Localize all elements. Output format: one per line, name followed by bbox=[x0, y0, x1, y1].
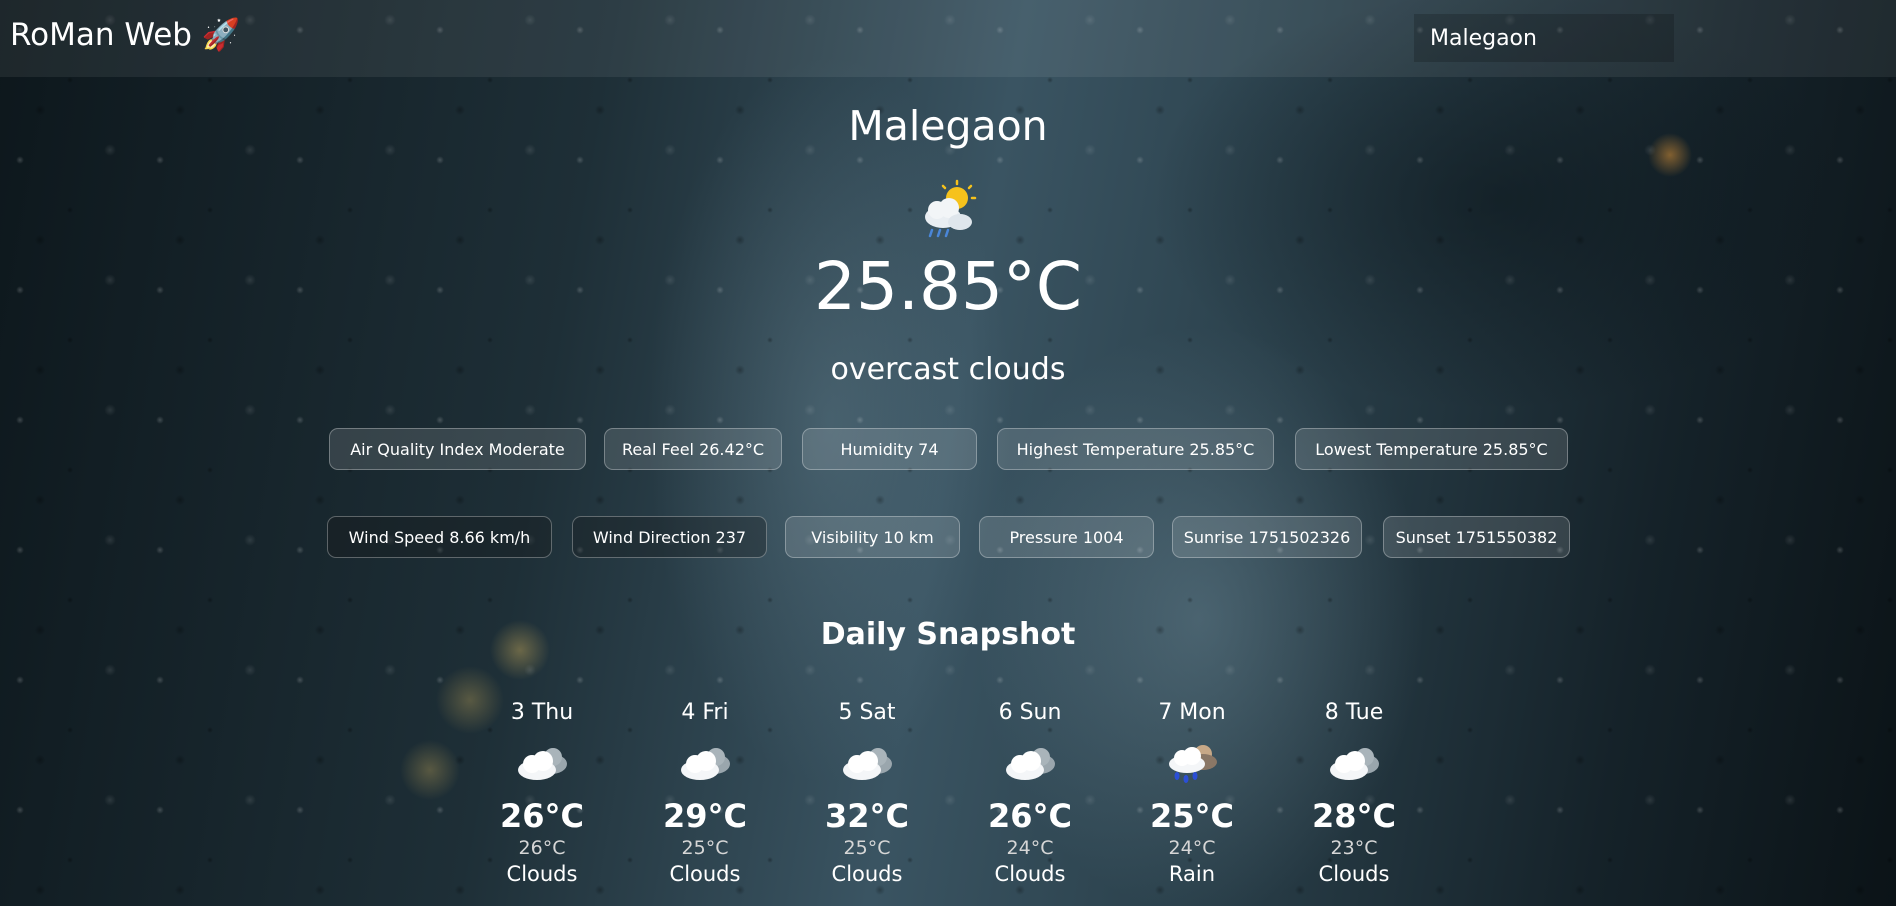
top-bar: RoMan Web 🚀 bbox=[0, 0, 1896, 77]
forecast-high-temp: 26°C bbox=[987, 797, 1072, 835]
forecast-low-temp: 24°C bbox=[1006, 837, 1054, 859]
sunrise-chip: Sunrise 1751502326 bbox=[1172, 516, 1362, 558]
forecast-day: 8 Tue 28°C 23°C Clouds bbox=[1284, 700, 1424, 888]
city-name: Malegaon bbox=[848, 102, 1048, 150]
forecast-low-temp: 25°C bbox=[681, 837, 729, 859]
city-search-input[interactable] bbox=[1414, 14, 1674, 62]
air-quality-chip: Air Quality Index Moderate bbox=[329, 428, 586, 470]
cloud-icon bbox=[518, 748, 567, 780]
pressure-chip: Pressure 1004 bbox=[979, 516, 1154, 558]
forecast-high-temp: 28°C bbox=[1311, 797, 1396, 835]
partly-cloudy-rain-icon bbox=[925, 179, 977, 238]
forecast-condition: Clouds bbox=[994, 862, 1066, 886]
forecast-day-name: 8 Tue bbox=[1324, 700, 1384, 725]
wind-direction-label: Wind Direction 237 bbox=[592, 527, 747, 547]
forecast-day-name: 3 Thu bbox=[510, 700, 574, 725]
sunrise-label: Sunrise 1751502326 bbox=[1183, 527, 1351, 547]
forecast-day-name: 6 Sun bbox=[998, 700, 1062, 725]
wind-direction-chip: Wind Direction 237 bbox=[572, 516, 767, 558]
forecast-condition: Clouds bbox=[669, 862, 741, 886]
forecast-day: 5 Sat 32°C 25°C Clouds bbox=[797, 700, 937, 888]
forecast-condition: Clouds bbox=[506, 862, 578, 886]
forecast-day: 7 Mon 25°C 24°C Rain bbox=[1122, 700, 1262, 888]
cloud-icon bbox=[843, 748, 892, 780]
lowest-temperature-chip: Lowest Temperature 25.85°C bbox=[1295, 428, 1568, 470]
air-quality-label: Air Quality Index Moderate bbox=[350, 439, 565, 459]
forecast-day-name: 4 Fri bbox=[681, 700, 729, 725]
pressure-label: Pressure 1004 bbox=[1009, 527, 1124, 547]
daily-snapshot-title: Daily Snapshot bbox=[820, 617, 1076, 652]
forecast-day: 6 Sun 26°C 24°C Clouds bbox=[960, 700, 1100, 888]
forecast-high-temp: 26°C bbox=[499, 797, 584, 835]
forecast-condition: Clouds bbox=[1318, 862, 1390, 886]
current-temperature: 25.85°C bbox=[813, 248, 1083, 325]
forecast-high-temp: 32°C bbox=[824, 797, 909, 835]
humidity-chip: Humidity 74 bbox=[802, 428, 977, 470]
forecast-low-temp: 26°C bbox=[518, 837, 566, 859]
real-feel-label: Real Feel 26.42°C bbox=[621, 439, 765, 459]
highest-temperature-chip: Highest Temperature 25.85°C bbox=[997, 428, 1274, 470]
forecast-day: 4 Fri 29°C 25°C Clouds bbox=[635, 700, 775, 888]
forecast-day: 3 Thu 26°C 26°C Clouds bbox=[472, 700, 612, 888]
rain-cloud-icon bbox=[1169, 745, 1217, 783]
highest-temperature-label: Highest Temperature 25.85°C bbox=[1016, 439, 1255, 459]
humidity-label: Humidity 74 bbox=[840, 439, 939, 459]
forecast-high-temp: 29°C bbox=[662, 797, 747, 835]
forecast-low-temp: 23°C bbox=[1330, 837, 1378, 859]
sunset-chip: Sunset 1751550382 bbox=[1383, 516, 1570, 558]
brand-title[interactable]: RoMan Web 🚀 bbox=[10, 16, 240, 53]
forecast-high-temp: 25°C bbox=[1149, 797, 1234, 835]
cloud-icon bbox=[681, 748, 730, 780]
forecast-condition: Clouds bbox=[831, 862, 903, 886]
sunset-label: Sunset 1751550382 bbox=[1395, 527, 1558, 547]
forecast-day-name: 5 Sat bbox=[838, 700, 896, 725]
wind-speed-label: Wind Speed 8.66 km/h bbox=[348, 527, 531, 547]
real-feel-chip: Real Feel 26.42°C bbox=[604, 428, 782, 470]
forecast-low-temp: 25°C bbox=[843, 837, 891, 859]
cloud-icon bbox=[1006, 748, 1055, 780]
wind-speed-chip: Wind Speed 8.66 km/h bbox=[327, 516, 552, 558]
weather-description: overcast clouds bbox=[830, 352, 1066, 387]
lowest-temperature-label: Lowest Temperature 25.85°C bbox=[1315, 439, 1548, 459]
forecast-condition: Rain bbox=[1168, 862, 1216, 886]
visibility-chip: Visibility 10 km bbox=[785, 516, 960, 558]
forecast-low-temp: 24°C bbox=[1168, 837, 1216, 859]
forecast-day-name: 7 Mon bbox=[1158, 700, 1226, 725]
visibility-label: Visibility 10 km bbox=[811, 527, 934, 547]
cloud-icon bbox=[1330, 748, 1379, 780]
